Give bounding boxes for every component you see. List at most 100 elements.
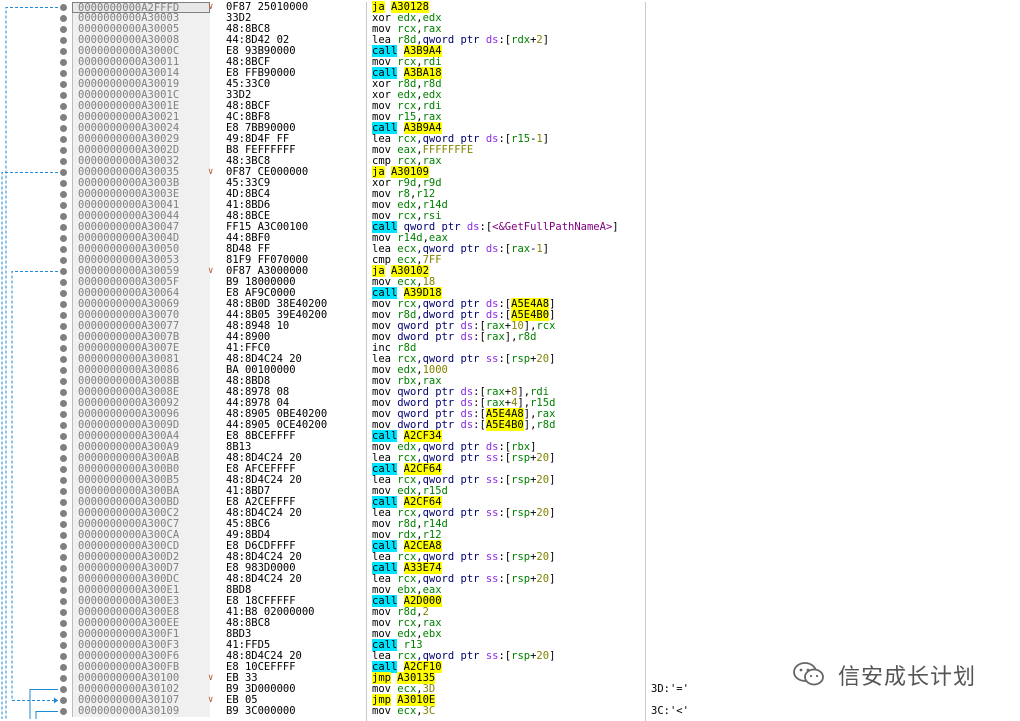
operand[interactable]: A5E4B0 — [485, 419, 524, 431]
operand: ] — [549, 573, 556, 585]
breakpoint-dot-icon[interactable] — [60, 37, 67, 44]
operand: :[ — [498, 650, 512, 662]
breakpoint-dot-icon[interactable] — [60, 477, 67, 484]
breakpoint-dot-icon[interactable] — [60, 543, 67, 550]
breakpoint-dot-icon[interactable] — [60, 301, 67, 308]
breakpoint-dot-icon[interactable] — [60, 114, 67, 121]
breakpoint-dot-icon[interactable] — [60, 499, 67, 506]
breakpoint-dot-icon[interactable] — [60, 202, 67, 209]
operand: rax — [511, 243, 531, 255]
operand: 20 — [536, 551, 550, 563]
breakpoint-dot-icon[interactable] — [60, 367, 67, 374]
breakpoint-dot-icon[interactable] — [60, 389, 67, 396]
breakpoint-dot-icon[interactable] — [60, 653, 67, 660]
breakpoint-dot-icon[interactable] — [60, 26, 67, 33]
breakpoint-dot-icon[interactable] — [60, 411, 67, 418]
operand: ] — [542, 243, 550, 255]
breakpoint-dot-icon[interactable] — [60, 81, 67, 88]
operand: rsp — [511, 551, 531, 563]
breakpoint-dot-icon[interactable] — [60, 378, 67, 385]
breakpoint-dot-icon[interactable] — [60, 433, 67, 440]
breakpoint-dot-icon[interactable] — [60, 224, 67, 231]
breakpoint-dot-icon[interactable] — [60, 466, 67, 473]
breakpoint-dot-icon[interactable] — [60, 488, 67, 495]
wechat-icon — [793, 662, 824, 686]
breakpoint-dot-icon[interactable] — [60, 356, 67, 363]
breakpoint-dot-icon[interactable] — [60, 257, 67, 264]
operand: :[ — [498, 133, 512, 145]
operand: 3C — [422, 705, 436, 717]
operand: ] — [549, 507, 556, 519]
breakpoint-dot-icon[interactable] — [60, 312, 67, 319]
breakpoint-dot-icon[interactable] — [60, 323, 67, 330]
operand: ds — [460, 419, 474, 431]
breakpoint-dot-icon[interactable] — [60, 565, 67, 572]
operand: r15 — [511, 133, 531, 145]
operand: :[ — [498, 551, 512, 563]
breakpoint-dot-icon[interactable] — [60, 686, 67, 693]
operand: :[ — [498, 573, 512, 585]
operand: rsp — [511, 507, 531, 519]
breakpoint-dot-icon[interactable] — [60, 576, 67, 583]
operand: 20 — [536, 573, 550, 585]
breakpoint-dot-icon[interactable] — [60, 587, 67, 594]
disassembly-view[interactable]: 0000000000A2FFFD ∨ 0F87 25010000 ja A30128 0… — [0, 1, 1020, 721]
breakpoint-dot-icon[interactable] — [60, 136, 67, 143]
operand[interactable]: <&GetFullPathNameA> — [492, 221, 612, 233]
breakpoint-dot-icon[interactable] — [60, 125, 67, 132]
operand: ], — [523, 419, 537, 431]
breakpoint-dot-icon[interactable] — [60, 147, 67, 154]
operand: 20 — [536, 452, 550, 464]
operand: ds — [466, 221, 480, 233]
breakpoint-dot-icon[interactable] — [60, 598, 67, 605]
breakpoint-dot-icon[interactable] — [60, 70, 67, 77]
breakpoint-dot-icon[interactable] — [60, 92, 67, 99]
breakpoint-dot-icon[interactable] — [60, 158, 67, 165]
breakpoint-dot-icon[interactable] — [60, 422, 67, 429]
operand: ss — [485, 650, 499, 662]
breakpoint-dot-icon[interactable] — [60, 191, 67, 198]
jump-down-icon: ∨ — [208, 167, 214, 177]
comment-cell: 3D:'=' — [651, 683, 689, 695]
breakpoint-dot-icon[interactable] — [60, 235, 67, 242]
operand: ds — [485, 133, 499, 145]
breakpoint-dot-icon[interactable] — [60, 246, 67, 253]
breakpoint-dot-icon[interactable] — [60, 400, 67, 407]
breakpoint-dot-icon[interactable] — [60, 609, 67, 616]
breakpoint-dot-icon[interactable] — [60, 334, 67, 341]
jump-down-icon: ∨ — [208, 2, 214, 12]
breakpoint-dot-icon[interactable] — [60, 664, 67, 671]
breakpoint-dot-icon[interactable] — [60, 15, 67, 22]
instruction-row[interactable]: 0000000000A30109 B9 3C000000 mov ecx,3C 3C:… — [0, 706, 1020, 717]
breakpoint-dot-icon[interactable] — [60, 290, 67, 297]
breakpoint-dot-icon[interactable] — [60, 697, 67, 704]
address-cell: 0000000000A30109 — [72, 706, 210, 717]
breakpoint-dot-icon[interactable] — [60, 169, 67, 176]
breakpoint-dot-icon[interactable] — [60, 279, 67, 286]
breakpoint-dot-icon[interactable] — [60, 532, 67, 539]
breakpoint-dot-icon[interactable] — [60, 59, 67, 66]
breakpoint-dot-icon[interactable] — [60, 620, 67, 627]
breakpoint-dot-icon[interactable] — [60, 213, 67, 220]
breakpoint-dot-icon[interactable] — [60, 180, 67, 187]
breakpoint-dot-icon[interactable] — [60, 675, 67, 682]
breakpoint-dot-icon[interactable] — [60, 708, 67, 715]
breakpoint-dot-icon[interactable] — [60, 631, 67, 638]
operand: ] — [549, 353, 556, 365]
breakpoint-dot-icon[interactable] — [60, 48, 67, 55]
breakpoint-dot-icon[interactable] — [60, 642, 67, 649]
breakpoint-dot-icon[interactable] — [60, 345, 67, 352]
breakpoint-dot-icon[interactable] — [60, 444, 67, 451]
operand: rdx — [511, 34, 531, 46]
operand: rsp — [511, 573, 531, 585]
breakpoint-dot-icon[interactable] — [60, 4, 67, 11]
comment-cell: 3C:'<' — [651, 705, 689, 717]
breakpoint-dot-icon[interactable] — [60, 268, 67, 275]
breakpoint-dot-icon[interactable] — [60, 455, 67, 462]
breakpoint-dot-icon[interactable] — [60, 521, 67, 528]
breakpoint-dot-icon[interactable] — [60, 103, 67, 110]
breakpoint-dot-icon[interactable] — [60, 510, 67, 517]
operand: 20 — [536, 353, 550, 365]
breakpoint-dot-icon[interactable] — [60, 554, 67, 561]
operand: 20 — [536, 507, 550, 519]
